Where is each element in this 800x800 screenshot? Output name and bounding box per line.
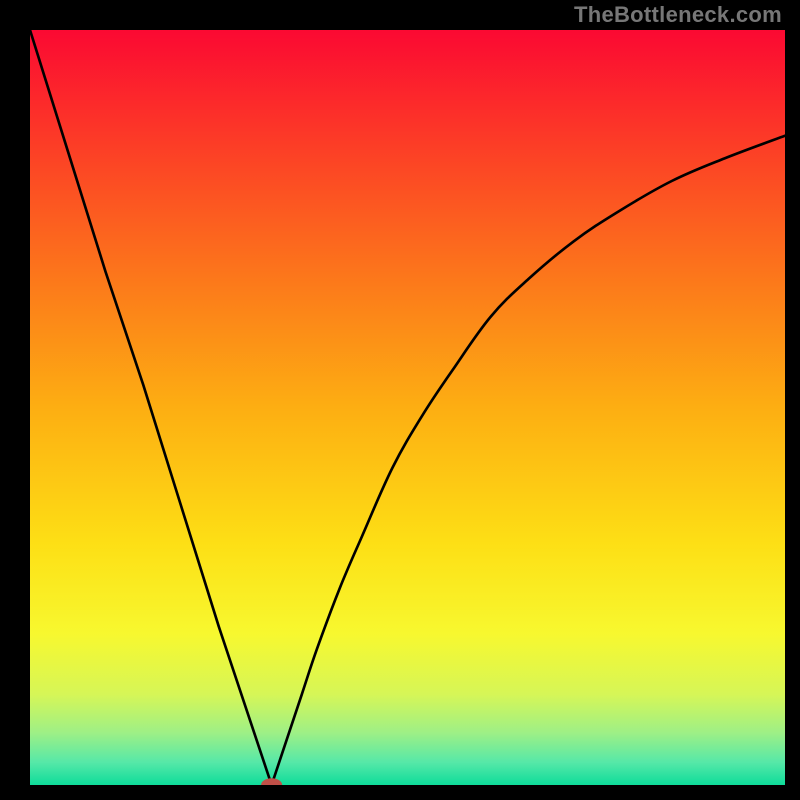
gradient-background	[30, 30, 785, 785]
watermark-text: TheBottleneck.com	[574, 2, 782, 28]
bottleneck-curve-chart	[30, 30, 785, 785]
chart-frame: TheBottleneck.com	[0, 0, 800, 800]
plot-area	[30, 30, 785, 785]
